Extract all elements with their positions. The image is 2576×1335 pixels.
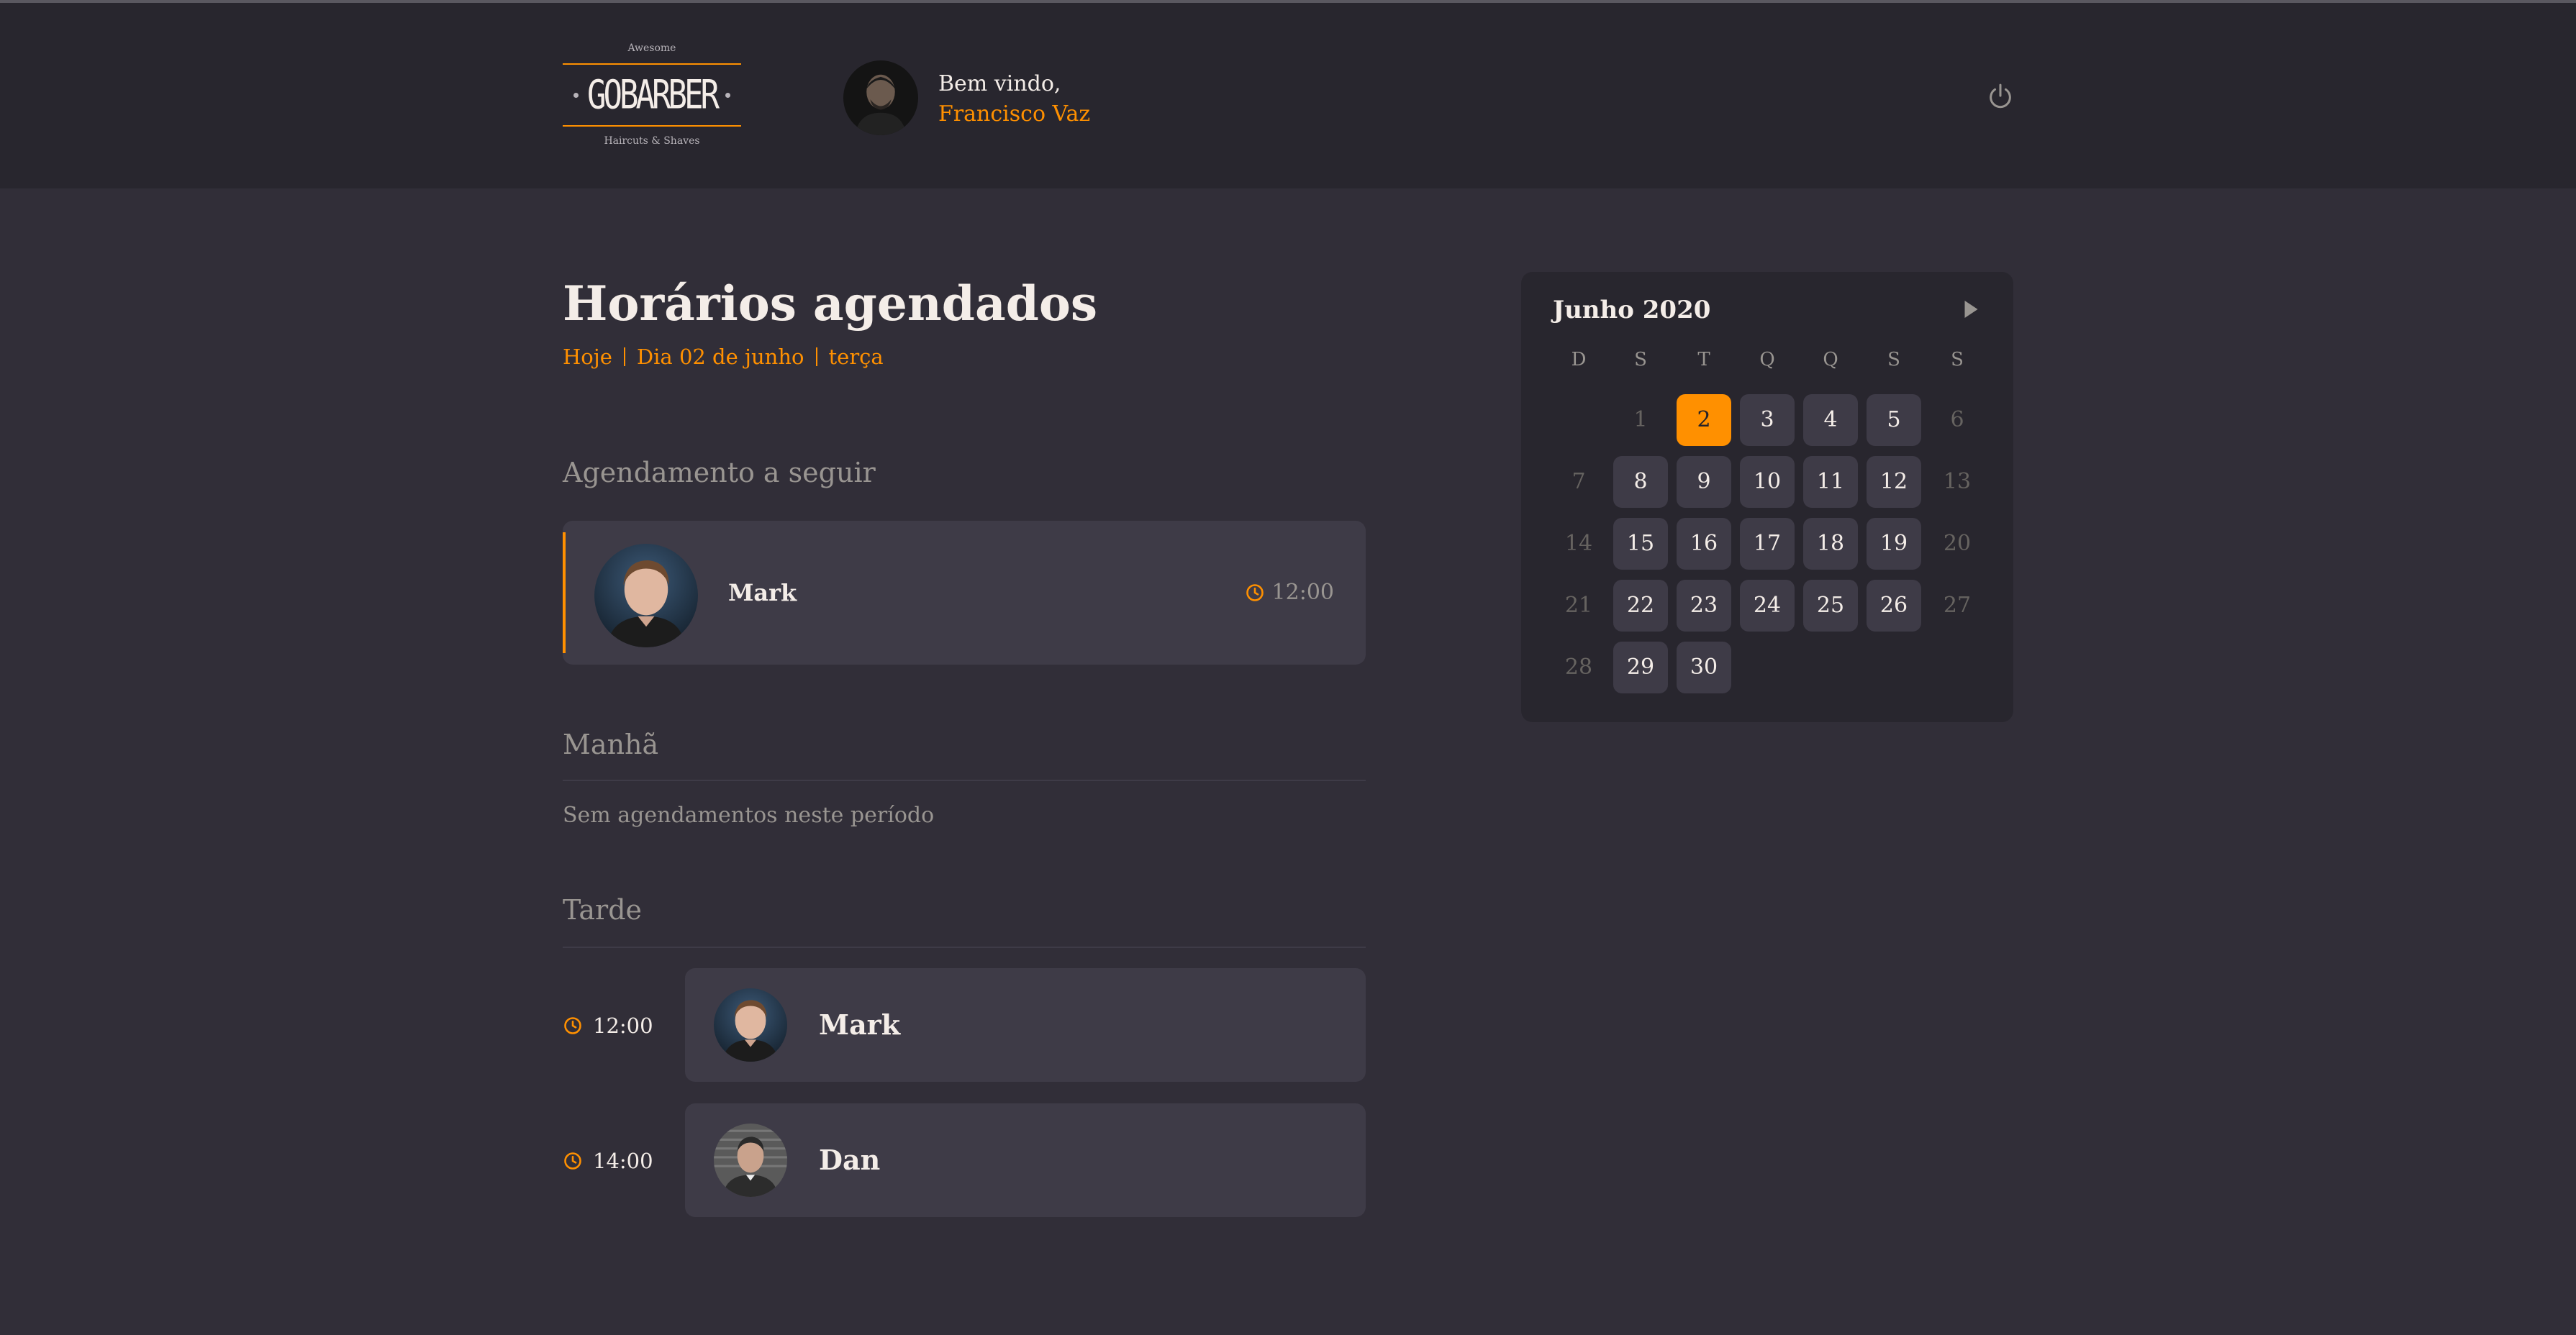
- date-weekday-label: terça: [828, 345, 884, 369]
- calendar-weekday-label: S: [1634, 349, 1647, 370]
- calendar-day: 28: [1564, 655, 1593, 680]
- calendar-day[interactable]: 24: [1740, 580, 1795, 632]
- calendar-next-month-button[interactable]: [1957, 296, 1983, 322]
- morning-heading: Manhã: [563, 729, 659, 760]
- calendar-day[interactable]: 11: [1803, 456, 1858, 508]
- logo-tagline-bottom: Haircuts & Shaves: [604, 135, 700, 147]
- welcome-label: Bem vindo,: [938, 71, 1061, 96]
- appointment-avatar: [714, 1124, 787, 1197]
- calendar-day: 1: [1633, 407, 1648, 432]
- logo-tagline-top: Awesome: [627, 42, 676, 54]
- app-header: Awesome GOBARBER Haircuts & Shaves Bem v…: [0, 3, 2576, 188]
- calendar-day[interactable]: 8: [1613, 456, 1668, 508]
- appointment-card[interactable]: Mark: [685, 968, 1366, 1082]
- next-appointment-avatar: [594, 544, 698, 647]
- calendar-day[interactable]: 23: [1677, 580, 1731, 632]
- calendar-day[interactable]: 10: [1740, 456, 1795, 508]
- appointment-time-value: 14:00: [593, 1149, 653, 1173]
- clock-icon: [564, 1152, 581, 1170]
- next-appointment-name: Mark: [728, 579, 797, 606]
- calendar-weekday-label: S: [1887, 349, 1900, 370]
- calendar-day: 7: [1572, 469, 1586, 494]
- power-icon: [1990, 83, 2011, 109]
- date-separator: [623, 347, 625, 366]
- clock-icon: [1246, 584, 1264, 601]
- logo-dot-left: [573, 92, 579, 98]
- selected-date-info: Hoje Dia 02 de junho terça: [563, 342, 884, 371]
- dan-avatar-image: [714, 1124, 787, 1197]
- calendar-day[interactable]: 9: [1677, 456, 1731, 508]
- calendar-day[interactable]: 17: [1740, 518, 1795, 570]
- appointment-time: 14:00: [563, 1147, 653, 1175]
- mark-avatar-image: [594, 544, 698, 647]
- appointment-name: Mark: [819, 1008, 901, 1041]
- calendar-weekday-label: T: [1697, 349, 1710, 370]
- logout-button[interactable]: [1986, 82, 2015, 111]
- calendar-day[interactable]: 26: [1867, 580, 1921, 632]
- clock-icon: [564, 1017, 581, 1034]
- calendar-weekday-label: D: [1571, 349, 1587, 370]
- date-today-label: Hoje: [563, 345, 612, 369]
- afternoon-heading: Tarde: [563, 894, 643, 926]
- appointment-card[interactable]: Dan: [685, 1103, 1366, 1217]
- morning-divider: [563, 780, 1366, 781]
- afternoon-divider: [563, 947, 1366, 948]
- calendar-day: 13: [1943, 469, 1972, 494]
- calendar-day[interactable]: 18: [1803, 518, 1858, 570]
- calendar-day: 20: [1943, 531, 1972, 556]
- appointment-name: Dan: [819, 1144, 881, 1176]
- page-title: Horários agendados: [563, 275, 1098, 332]
- calendar-day[interactable]: 4: [1803, 394, 1858, 446]
- calendar-weekday-label: Q: [1823, 349, 1838, 370]
- calendar-day[interactable]: 5: [1867, 394, 1921, 446]
- next-appointment-time-value: 12:00: [1271, 580, 1334, 605]
- calendar-weekday-label: S: [1951, 349, 1964, 370]
- calendar-weekday-label: Q: [1759, 349, 1775, 370]
- calendar-day: 27: [1943, 593, 1972, 618]
- calendar-day[interactable]: 12: [1867, 456, 1921, 508]
- calendar-day[interactable]: 29: [1613, 642, 1668, 693]
- user-avatar-image: [843, 60, 918, 135]
- welcome-message: Bem vindo, Francisco Vaz: [938, 69, 1090, 129]
- profile-link[interactable]: Francisco Vaz: [938, 99, 1090, 129]
- date-day-label: Dia 02 de junho: [636, 345, 804, 369]
- mark-avatar-image: [714, 988, 787, 1062]
- user-avatar[interactable]: [843, 60, 918, 135]
- logo-wordmark: GOBARBER: [563, 63, 741, 127]
- morning-empty-message: Sem agendamentos neste período: [563, 803, 935, 828]
- calendar-day[interactable]: 25: [1803, 580, 1858, 632]
- appointment-time-value: 12:00: [593, 1013, 653, 1038]
- calendar: Junho 2020 D S T Q Q S S 1 2 3 4 5 6 7 8 9 10 11 12 13 14 15 1…: [1521, 272, 2013, 722]
- appointment-avatar: [714, 988, 787, 1062]
- calendar-day: 14: [1564, 531, 1593, 556]
- calendar-day[interactable]: 30: [1677, 642, 1731, 693]
- next-appointment-accent-bar: [563, 532, 566, 653]
- logo-dot-right: [725, 92, 730, 98]
- calendar-day[interactable]: 3: [1740, 394, 1795, 446]
- calendar-day[interactable]: 19: [1867, 518, 1921, 570]
- calendar-day[interactable]: 22: [1613, 580, 1668, 632]
- calendar-day: 6: [1950, 407, 1964, 432]
- calendar-day[interactable]: 15: [1613, 518, 1668, 570]
- calendar-day[interactable]: 16: [1677, 518, 1731, 570]
- date-separator: [815, 347, 817, 366]
- logo-word: GOBARBER: [587, 72, 720, 118]
- next-appointment-time: 12:00: [1245, 577, 1334, 609]
- appointment-time: 12:00: [563, 1011, 653, 1040]
- next-appointment-heading: Agendamento a seguir: [563, 457, 876, 488]
- calendar-day-selected[interactable]: 2: [1677, 394, 1731, 446]
- calendar-month-caption: Junho 2020: [1553, 296, 1711, 324]
- play-next-icon: [1964, 301, 1978, 318]
- next-appointment-card[interactable]: Mark 12:00: [563, 521, 1366, 665]
- gobarber-logo: Awesome GOBARBER Haircuts & Shaves: [563, 40, 741, 155]
- calendar-day: 21: [1564, 593, 1593, 618]
